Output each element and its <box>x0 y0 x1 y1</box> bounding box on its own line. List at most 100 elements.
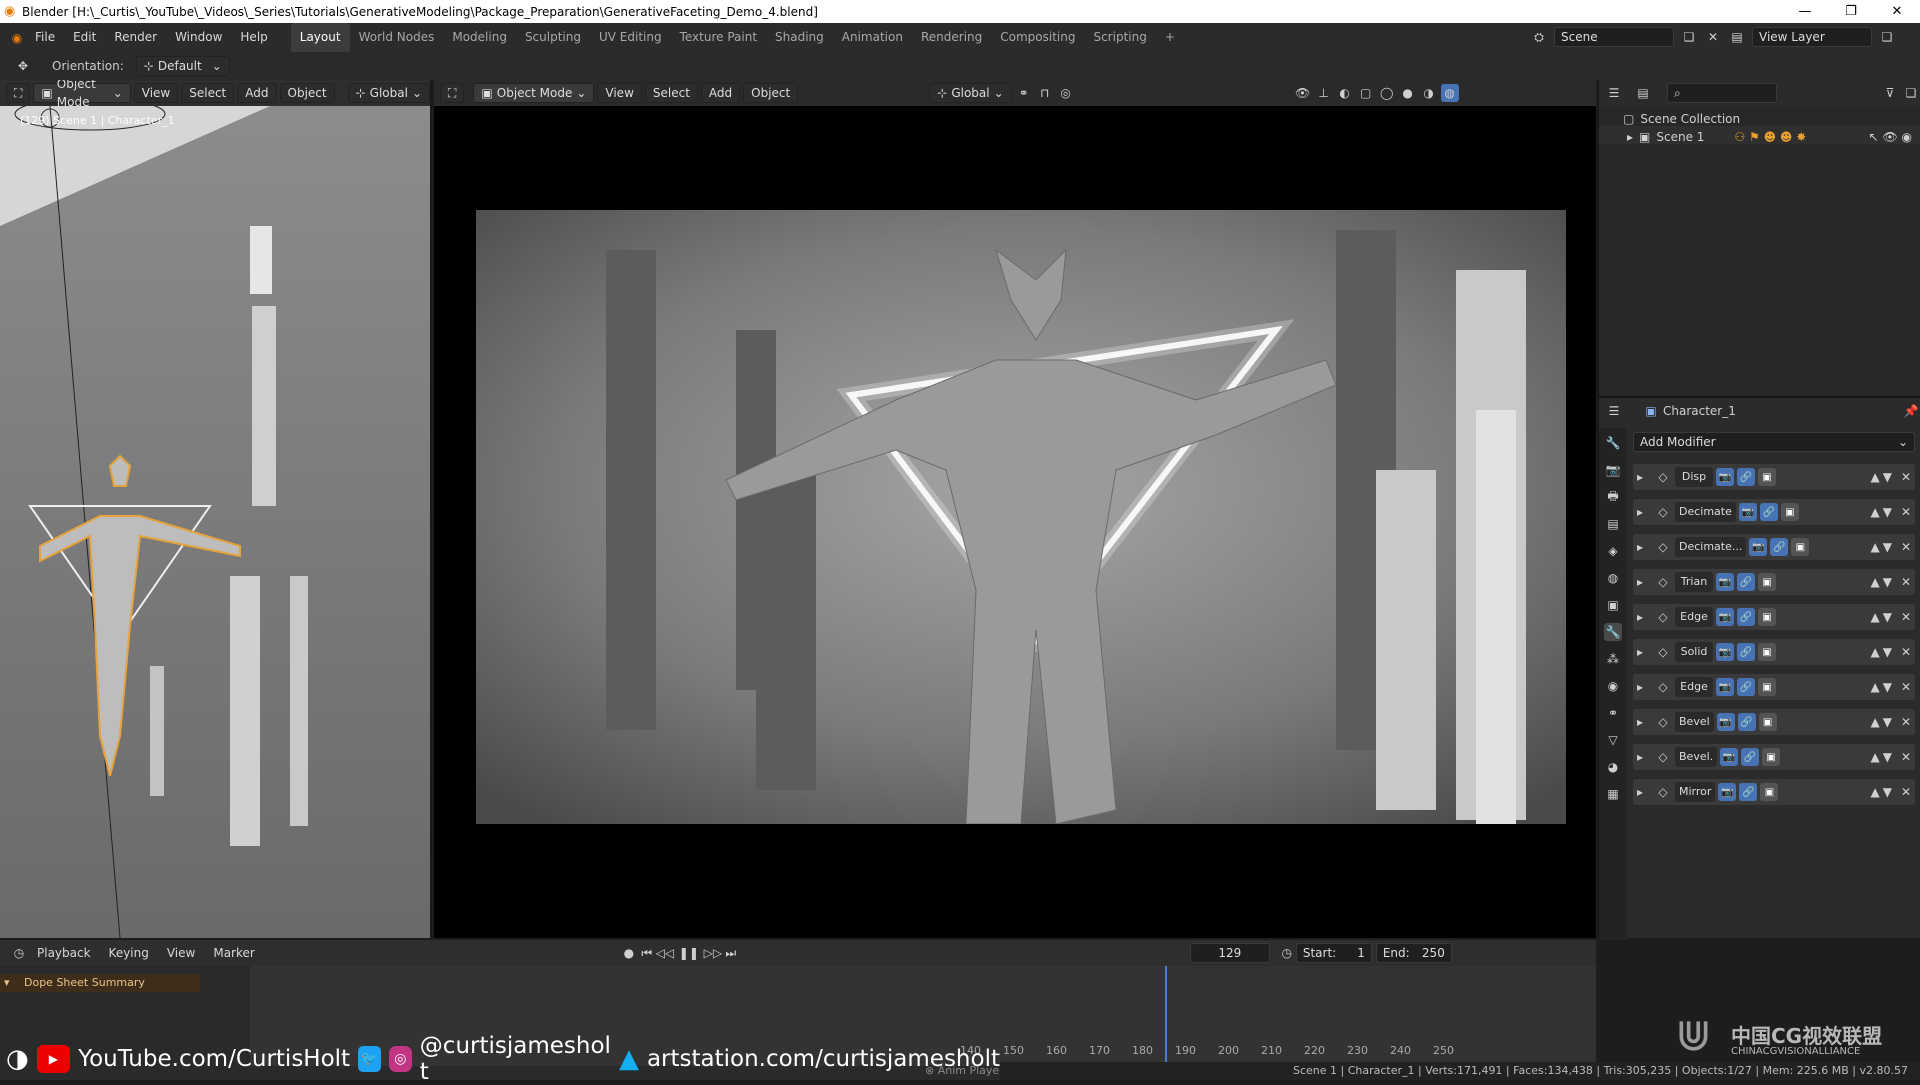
delete-scene-icon[interactable]: ✕ <box>1704 28 1722 46</box>
menu-marker[interactable]: Marker <box>204 939 263 968</box>
main-viewport[interactable]: ⛶ ▣ Object Mode ⌄ View Select Add Object ⊹… <box>434 80 1596 938</box>
move-up-icon[interactable]: ▲ <box>1870 505 1879 519</box>
tab-scripting[interactable]: Scripting <box>1084 23 1155 52</box>
tab-texture-paint[interactable]: Texture Paint <box>671 23 766 52</box>
record-icon[interactable]: ● <box>620 944 638 962</box>
render-toggle-icon[interactable]: 📷 <box>1738 503 1757 521</box>
render-toggle-icon[interactable]: 📷 <box>1716 573 1734 591</box>
expand-arrow-icon[interactable]: ▸ <box>1637 470 1651 484</box>
pause-icon[interactable]: ❚❚ <box>679 944 699 962</box>
menu-keying[interactable]: Keying <box>100 939 158 968</box>
physics-tab-icon[interactable]: ◉ <box>1604 677 1622 695</box>
solid-shading-icon[interactable]: ● <box>1399 84 1417 102</box>
render-toggle-icon[interactable]: 📷 <box>1716 678 1734 696</box>
clock-icon[interactable]: ◷ <box>1278 944 1296 962</box>
mode-dropdown[interactable]: ▣ Object Mode ⌄ <box>33 80 131 109</box>
pin-icon[interactable]: 📌 <box>1902 402 1920 420</box>
move-up-icon[interactable]: ▲ <box>1870 540 1879 554</box>
editmode-toggle-icon[interactable]: 🔗 <box>1770 538 1789 556</box>
expand-arrow-icon[interactable]: ▸ <box>1637 785 1651 799</box>
move-up-icon[interactable]: ▲ <box>1870 575 1879 589</box>
overlay-icon[interactable]: ◐ <box>1336 84 1354 102</box>
material-shading-icon[interactable]: ◑ <box>1420 84 1438 102</box>
modifier-name[interactable]: Edge <box>1675 607 1713 627</box>
modifier-tab-icon[interactable]: 🔧 <box>1604 623 1622 641</box>
remove-modifier-icon[interactable]: ✕ <box>1901 715 1911 729</box>
add-workspace-icon[interactable]: + <box>1156 23 1184 52</box>
move-down-icon[interactable]: ▼ <box>1883 470 1892 484</box>
outliner-editor-icon[interactable]: ☰ <box>1605 84 1623 102</box>
transform-orientation-dropdown[interactable]: ⊹ Global ⌄ <box>929 83 1012 103</box>
expand-arrow-icon[interactable]: ▸ <box>1627 130 1633 144</box>
current-frame-field[interactable]: 129 <box>1189 943 1270 963</box>
editmode-toggle-icon[interactable]: 🔗 <box>1741 748 1760 766</box>
editmode-toggle-icon[interactable]: 🔗 <box>1737 468 1755 486</box>
modifier-row[interactable]: ▸ ◇ Disp 📷 🔗 ▣ ▲ ▼ ✕ <box>1633 464 1915 490</box>
cage-toggle-icon[interactable]: ▣ <box>1758 608 1776 626</box>
expand-arrow-icon[interactable]: ▸ <box>1637 750 1651 764</box>
tab-modeling[interactable]: Modeling <box>443 23 516 52</box>
modifier-name[interactable]: Trian <box>1675 572 1713 592</box>
material-tab-icon[interactable]: ◕ <box>1604 758 1622 776</box>
remove-modifier-icon[interactable]: ✕ <box>1901 470 1911 484</box>
move-down-icon[interactable]: ▼ <box>1883 610 1892 624</box>
visibility-icon[interactable]: 👁 <box>1294 84 1312 102</box>
render-toggle-icon[interactable]: 📷 <box>1749 538 1768 556</box>
modifier-name[interactable]: Decimate... <box>1675 537 1747 557</box>
tab-compositing[interactable]: Compositing <box>991 23 1084 52</box>
outliner-search-input[interactable]: ⌕ <box>1667 83 1777 103</box>
move-down-icon[interactable]: ▼ <box>1883 680 1892 694</box>
scene-icon[interactable]: ⛭ <box>1530 28 1548 46</box>
cage-toggle-icon[interactable]: ▣ <box>1762 748 1781 766</box>
jump-end-icon[interactable]: ⏭ <box>722 944 740 962</box>
modifier-row[interactable]: ▸ ◇ Bevel 📷 🔗 ▣ ▲ ▼ ✕ <box>1633 709 1915 735</box>
properties-panel[interactable]: ☰ ▣ Character_1 📌 🔧 📷 🖶 ▤ ◈ ◍ ▣ 🔧 ⁂ ◉ ⚭ … <box>1598 396 1920 940</box>
expand-arrow-icon[interactable]: ▸ <box>1637 575 1651 589</box>
editor-type-icon[interactable]: ⛶ <box>6 83 31 103</box>
modifier-name[interactable]: Solid <box>1675 642 1713 662</box>
minimize-icon[interactable]: — <box>1782 0 1828 23</box>
menu-add[interactable]: Add <box>237 83 277 103</box>
editmode-toggle-icon[interactable]: 🔗 <box>1737 643 1755 661</box>
move-down-icon[interactable]: ▼ <box>1883 715 1892 729</box>
output-tab-icon[interactable]: 🖶 <box>1604 488 1622 506</box>
modifier-row[interactable]: ▸ ◇ Decimate 📷 🔗 ▣ ▲ ▼ ✕ <box>1633 499 1915 525</box>
move-up-icon[interactable]: ▲ <box>1870 785 1879 799</box>
modifier-row[interactable]: ▸ ◇ Mirror 📷 🔗 ▣ ▲ ▼ ✕ <box>1633 779 1915 805</box>
menu-add[interactable]: Add <box>700 83 741 103</box>
new-collection-icon[interactable]: ❏ <box>1902 84 1920 102</box>
expand-arrow-icon[interactable]: ▸ <box>1637 715 1651 729</box>
render-toggle-icon[interactable]: 📷 <box>1716 643 1734 661</box>
tool-tab-icon[interactable]: 🔧 <box>1604 434 1622 452</box>
view-layer-icon[interactable]: ▤ <box>1728 28 1746 46</box>
modifier-row[interactable]: ▸ ◇ Decimate... 📷 🔗 ▣ ▲ ▼ ✕ <box>1633 534 1915 560</box>
menu-window[interactable]: Window <box>166 23 231 52</box>
wireframe-shading-icon[interactable]: ◯ <box>1378 84 1396 102</box>
move-up-icon[interactable]: ▲ <box>1870 680 1879 694</box>
constraints-tab-icon[interactable]: ⚭ <box>1604 704 1622 722</box>
next-keyframe-icon[interactable]: ▷▷ <box>704 944 722 962</box>
render-tab-icon[interactable]: 📷 <box>1604 461 1622 479</box>
render-toggle-icon[interactable]: 📷 <box>1720 748 1739 766</box>
move-down-icon[interactable]: ▼ <box>1883 540 1892 554</box>
move-down-icon[interactable]: ▼ <box>1883 645 1892 659</box>
tab-layout[interactable]: Layout <box>290 23 350 52</box>
editor-type-icon[interactable]: ⛶ <box>440 83 465 103</box>
rendered-shading-icon[interactable]: ◍ <box>1440 84 1459 102</box>
modifier-name[interactable]: Decimate <box>1675 502 1736 522</box>
move-up-icon[interactable]: ▲ <box>1870 715 1879 729</box>
menu-select[interactable]: Select <box>644 83 698 103</box>
xray-icon[interactable]: ▢ <box>1357 84 1375 102</box>
start-frame-field[interactable]: Start: 1 <box>1295 943 1372 963</box>
expand-arrow-icon[interactable]: ▾ <box>4 974 10 992</box>
snap-icon[interactable]: ⊓ <box>1036 84 1054 102</box>
cage-toggle-icon[interactable]: ▣ <box>1760 783 1779 801</box>
left-viewport-scene[interactable]: (129) Scene 1 | Character_1 <box>0 97 430 938</box>
expand-arrow-icon[interactable]: ▸ <box>1637 645 1651 659</box>
orientation-dropdown[interactable]: ⊹ Default ⌄ <box>135 56 230 76</box>
end-frame-field[interactable]: End: 250 <box>1375 943 1452 963</box>
proportional-edit-icon[interactable]: ◎ <box>1057 84 1075 102</box>
move-down-icon[interactable]: ▼ <box>1883 750 1892 764</box>
remove-modifier-icon[interactable]: ✕ <box>1901 750 1911 764</box>
modifier-row[interactable]: ▸ ◇ Trian 📷 🔗 ▣ ▲ ▼ ✕ <box>1633 569 1915 595</box>
